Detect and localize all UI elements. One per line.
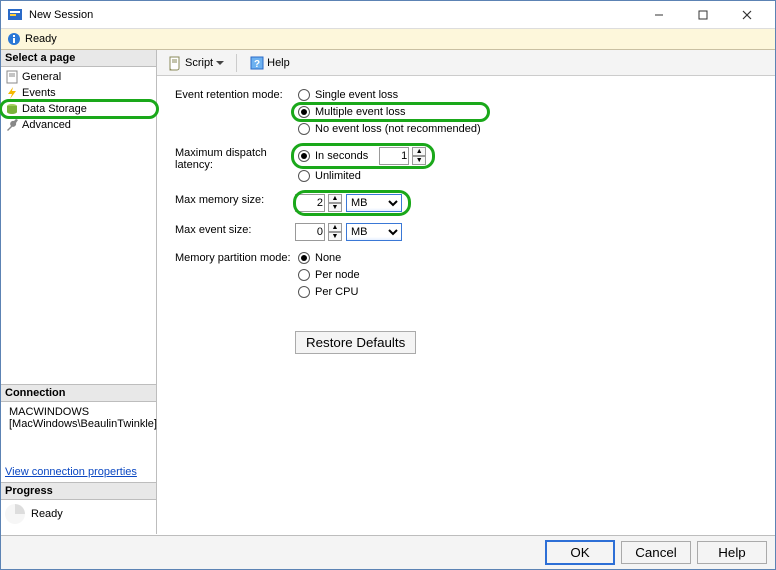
titlebar: New Session	[1, 1, 775, 29]
page-icon	[5, 70, 19, 84]
retention-label: Event retention mode:	[175, 88, 295, 101]
sidebar-item-label: Advanced	[22, 119, 71, 131]
sidebar-item-label: Events	[22, 87, 56, 99]
minimize-button[interactable]	[637, 1, 681, 29]
cancel-button[interactable]: Cancel	[621, 541, 691, 564]
server-user: [MacWindows\BeaulinTwinkle]	[9, 418, 157, 430]
spinner-down-icon[interactable]: ▼	[412, 156, 426, 165]
radio-partition-per-node[interactable]: Per node	[295, 268, 363, 282]
radio-in-seconds[interactable]: In seconds ▲ ▼	[295, 146, 429, 166]
progress-spinner	[5, 504, 25, 524]
radio-partition-per-cpu[interactable]: Per CPU	[295, 285, 363, 299]
seconds-input[interactable]	[379, 147, 409, 165]
chevron-down-icon	[216, 61, 224, 65]
view-connection-properties-link[interactable]: View connection properties	[1, 462, 156, 482]
spinner-down-icon[interactable]: ▼	[328, 203, 342, 212]
maximize-button[interactable]	[681, 1, 725, 29]
radio-single-event-loss[interactable]: Single event loss	[295, 88, 484, 102]
sidebar-item-label: Data Storage	[22, 103, 87, 115]
max-memory-spinner[interactable]: ▲ ▼	[328, 194, 342, 212]
main-pane: Script ? Help Event retention mode: Sing…	[157, 50, 775, 534]
radio-label: None	[315, 252, 341, 264]
svg-text:?: ?	[254, 59, 260, 70]
sidebar-header-progress: Progress	[1, 482, 156, 500]
wrench-icon	[5, 118, 19, 132]
spinner-up-icon[interactable]: ▲	[328, 223, 342, 232]
dialog-footer: OK Cancel Help	[1, 535, 775, 569]
radio-no-event-loss[interactable]: No event loss (not recommended)	[295, 122, 484, 136]
help-button[interactable]: ? Help	[245, 54, 294, 72]
toolbar: Script ? Help	[157, 50, 775, 76]
radio-icon	[298, 89, 310, 101]
radio-icon	[298, 170, 310, 182]
footer-help-button[interactable]: Help	[697, 541, 767, 564]
dispatch-label: Maximum dispatch latency:	[175, 146, 295, 171]
max-memory-row: ▲ ▼ MB	[295, 193, 405, 213]
max-memory-input[interactable]	[295, 194, 325, 212]
sidebar-item-events[interactable]: Events	[1, 85, 156, 101]
app-icon	[7, 7, 23, 23]
sidebar-header-connection: Connection	[1, 384, 156, 402]
sidebar-header-select: Select a page	[1, 50, 156, 67]
radio-label: In seconds	[315, 150, 368, 162]
form: Event retention mode: Single event loss …	[157, 76, 775, 376]
max-event-spinner[interactable]: ▲ ▼	[328, 223, 342, 241]
status-bar: Ready	[1, 29, 775, 50]
script-label: Script	[185, 57, 213, 69]
max-event-unit[interactable]: MB	[346, 223, 402, 241]
info-icon	[7, 32, 21, 46]
script-icon	[167, 55, 183, 71]
radio-label: Per node	[315, 269, 360, 281]
radio-multiple-event-loss[interactable]: Multiple event loss	[295, 105, 484, 119]
status-text: Ready	[25, 33, 57, 45]
radio-icon	[298, 269, 310, 281]
radio-label: Single event loss	[315, 89, 398, 101]
help-icon: ?	[249, 55, 265, 71]
ok-button[interactable]: OK	[545, 540, 615, 565]
radio-icon	[298, 123, 310, 135]
max-memory-unit[interactable]: MB	[346, 194, 402, 212]
spinner-up-icon[interactable]: ▲	[412, 147, 426, 156]
spinner-up-icon[interactable]: ▲	[328, 194, 342, 203]
radio-icon	[298, 286, 310, 298]
radio-unlimited[interactable]: Unlimited	[295, 169, 429, 183]
server-name: MACWINDOWS	[9, 406, 157, 418]
spinner-down-icon[interactable]: ▼	[328, 232, 342, 241]
radio-icon	[298, 150, 310, 162]
script-button[interactable]: Script	[163, 54, 228, 72]
sidebar-item-advanced[interactable]: Advanced	[1, 117, 156, 133]
radio-label: Per CPU	[315, 286, 358, 298]
window-title: New Session	[29, 9, 93, 21]
sidebar-item-general[interactable]: General	[1, 69, 156, 85]
sidebar: Select a page General Events Data Storag…	[1, 50, 157, 534]
radio-partition-none[interactable]: None	[295, 251, 363, 265]
sidebar-item-label: General	[22, 71, 61, 83]
radio-icon	[298, 106, 310, 118]
sidebar-item-data-storage[interactable]: Data Storage	[1, 101, 156, 117]
radio-icon	[298, 252, 310, 264]
lightning-icon	[5, 86, 19, 100]
progress-status: Ready	[31, 508, 63, 520]
partition-label: Memory partition mode:	[175, 251, 295, 264]
restore-defaults-button[interactable]: Restore Defaults	[295, 331, 416, 354]
radio-label: No event loss (not recommended)	[315, 123, 481, 135]
separator	[236, 54, 237, 72]
disk-icon	[5, 102, 19, 116]
help-label: Help	[267, 57, 290, 69]
radio-label: Unlimited	[315, 170, 361, 182]
seconds-spinner[interactable]: ▲ ▼	[412, 147, 426, 165]
close-button[interactable]	[725, 1, 769, 29]
max-memory-label: Max memory size:	[175, 193, 295, 206]
max-event-label: Max event size:	[175, 223, 295, 236]
max-event-input[interactable]	[295, 223, 325, 241]
radio-label: Multiple event loss	[315, 106, 406, 118]
